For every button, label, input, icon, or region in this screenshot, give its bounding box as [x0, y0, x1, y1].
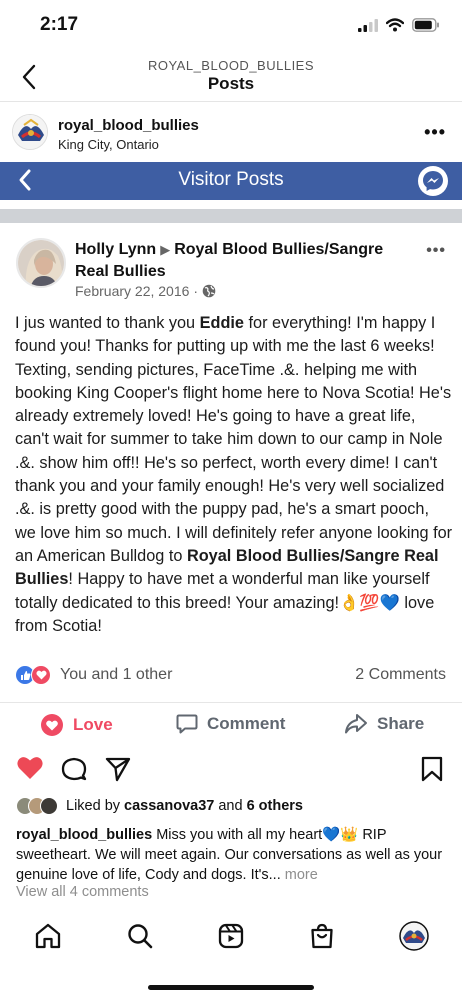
love-icon: [41, 714, 63, 736]
home-icon[interactable]: [32, 920, 64, 952]
share-button[interactable]: Share: [344, 713, 424, 735]
profile-avatar-tab[interactable]: [398, 920, 430, 952]
status-time: 2:17: [40, 14, 79, 35]
avatar: [40, 797, 58, 815]
logo-icon: [13, 115, 47, 149]
post-author-line: Holly Lynn ▶ Royal Blood Bullies/Sangre Re…: [75, 239, 415, 283]
post-date: February 22, 2016: [75, 283, 190, 299]
shop-icon[interactable]: [306, 920, 338, 952]
comment-label: Comment: [207, 714, 286, 733]
search-icon[interactable]: [124, 920, 156, 952]
caption-username[interactable]: royal_blood_bullies: [16, 827, 152, 843]
status-bar: 2:17: [0, 0, 462, 56]
bottom-tab-bar: [0, 914, 462, 964]
view-all-comments-link[interactable]: View all 4 comments: [16, 884, 149, 900]
status-icons: [358, 18, 440, 32]
comment-icon: [176, 714, 198, 734]
account-location[interactable]: King City, Ontario: [58, 137, 159, 152]
liked-avatars: [16, 797, 58, 815]
comments-count[interactable]: 2 Comments: [355, 666, 446, 684]
nav-subtitle: ROYAL_BLOOD_BULLIES: [147, 58, 315, 73]
liked-others[interactable]: 6 others: [247, 798, 303, 814]
comment-bubble-icon[interactable]: [60, 755, 88, 788]
poster-avatar: [16, 238, 66, 288]
love-button[interactable]: Love: [40, 713, 113, 737]
reaction-icons: [15, 665, 51, 685]
post-more-icon: •••: [426, 242, 446, 259]
liked-by-row: Liked by cassanova37 and 6 others: [16, 795, 303, 817]
liked-user[interactable]: cassanova37: [124, 798, 214, 814]
reels-icon[interactable]: [215, 920, 247, 952]
bold-name: Eddie: [199, 314, 244, 332]
body-emojis: 👌💯💙: [339, 593, 400, 612]
visitor-posts-bar: Visitor Posts: [0, 162, 462, 200]
visitor-posts-title: Visitor Posts: [178, 169, 284, 190]
share-icon: [345, 714, 367, 734]
reactions-summary[interactable]: You and 1 other: [60, 666, 172, 684]
instagram-actions: [0, 752, 462, 786]
home-indicator: [148, 985, 314, 990]
more-options-icon[interactable]: •••: [424, 122, 446, 143]
caption-more-link[interactable]: more: [281, 867, 318, 883]
post-body: I jus wanted to thank you Eddie for ever…: [15, 314, 453, 635]
love-reaction-icon: [31, 665, 51, 685]
account-username[interactable]: royal_blood_bullies: [58, 117, 199, 134]
account-row: royal_blood_bullies King City, Ontario •…: [0, 104, 462, 162]
signal-icon: [358, 18, 378, 32]
send-icon[interactable]: [104, 755, 132, 788]
screenshot-divider: [0, 209, 462, 223]
post-date-line: February 22, 2016 ·: [75, 283, 216, 299]
post-actions-row: Love Comment Share: [0, 702, 462, 748]
bookmark-icon[interactable]: [420, 755, 444, 788]
wifi-icon: [386, 18, 404, 32]
profile-logo-icon: [399, 921, 429, 951]
love-label: Love: [73, 715, 113, 734]
battery-icon: [412, 18, 439, 32]
heart-icon[interactable]: [16, 755, 44, 786]
globe-icon: [202, 284, 216, 298]
share-label: Share: [377, 714, 425, 733]
caption: royal_blood_bullies Miss you with all my…: [16, 825, 452, 885]
reactions-row: You and 1 other 2 Comments: [0, 662, 462, 688]
messenger-icon: [418, 166, 448, 196]
nav-header: ROYAL_BLOOD_BULLIES Posts: [0, 56, 462, 102]
page-title: Posts: [207, 74, 255, 93]
account-avatar[interactable]: [12, 114, 48, 150]
post-author-name[interactable]: Holly Lynn: [75, 241, 156, 258]
arrow-right-icon: ▶: [160, 242, 171, 257]
comment-button[interactable]: Comment: [176, 713, 285, 735]
liked-by-text[interactable]: Liked by cassanova37 and 6 others: [66, 798, 303, 814]
